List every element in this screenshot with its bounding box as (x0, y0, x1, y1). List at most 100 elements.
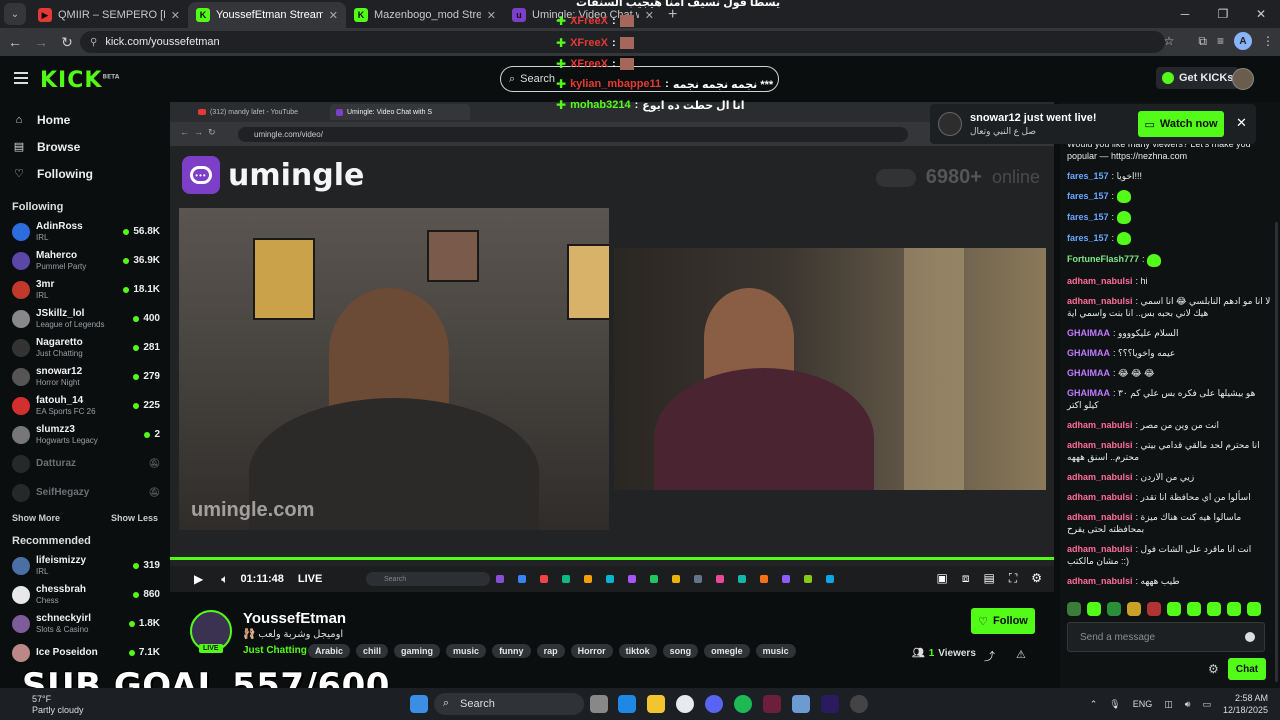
kick-logo[interactable]: KICKBETA (40, 68, 119, 93)
back-button[interactable]: ← (2, 34, 28, 50)
tray-chevron-icon[interactable]: ⌃ (1090, 699, 1098, 710)
chat-message-input[interactable]: Send a message (1067, 622, 1265, 652)
volume-icon[interactable]: 🔈︎ (221, 572, 228, 587)
quick-emote[interactable] (1067, 602, 1081, 616)
browser-menu-icon[interactable]: ⋮ (1262, 34, 1274, 48)
chat-username[interactable]: adham_nabulsi (1067, 472, 1133, 482)
sidebar-nav-browse[interactable]: ▤ Browse (0, 133, 170, 160)
site-info-icon[interactable]: ⚲ (90, 37, 97, 48)
quick-emote[interactable] (1087, 602, 1101, 616)
tab-close-icon[interactable]: ✕ (645, 9, 654, 22)
sidebar-channel[interactable]: Ice Poseidon 7.1K (0, 638, 170, 667)
quick-emote[interactable] (1147, 602, 1161, 616)
chat-username[interactable]: GHAIMAA (1067, 348, 1110, 358)
file-explorer-icon[interactable] (647, 695, 665, 713)
close-notification-icon[interactable]: ✕ (1236, 115, 1247, 131)
browser-tab[interactable]: ▶ QMIIR – SEMPERO [BRAZILIAN ✕ (30, 2, 188, 28)
sidebar-channel[interactable]: schneckyirl Slots & Casino 1.8K (0, 609, 170, 638)
chat-username[interactable]: adham_nabulsi (1067, 276, 1133, 286)
show-more-button[interactable]: Show More (12, 513, 60, 523)
sidebar-channel[interactable]: lifeismizzy IRL 319 (0, 551, 170, 580)
media-control-icon[interactable]: ≡ (1217, 34, 1224, 48)
menu-icon[interactable] (14, 72, 28, 84)
channel-name[interactable]: YoussefEtman (243, 610, 346, 627)
settings-gear-icon[interactable]: ⚙ (1031, 571, 1042, 586)
stream-tag[interactable]: music (755, 644, 796, 658)
stream-tag[interactable]: tiktok (618, 644, 657, 658)
battery-icon[interactable]: ▭ (1202, 699, 1211, 710)
sidebar-channel[interactable]: fatouh_14 EA Sports FC 26 225 (0, 391, 170, 420)
chat-username[interactable]: fares_157 (1067, 233, 1109, 243)
tab-close-icon[interactable]: ✕ (171, 9, 180, 22)
chat-username[interactable]: GHAIMAA (1067, 388, 1110, 398)
extensions-icon[interactable]: ⧉ (1198, 34, 1207, 49)
chat-username[interactable]: adham_nabulsi (1067, 512, 1133, 522)
stream-tag[interactable]: gaming (394, 644, 441, 658)
chat-scrollbar[interactable] (1275, 222, 1278, 682)
edge-icon[interactable] (618, 695, 636, 713)
stream-category[interactable]: Just Chatting (243, 645, 307, 656)
chat-username[interactable]: GHAIMAA (1067, 328, 1110, 338)
quick-emote[interactable] (1107, 602, 1121, 616)
stream-tag[interactable]: song (662, 644, 699, 658)
chat-settings-icon[interactable]: ⚙ (1208, 662, 1219, 676)
forward-button[interactable]: → (28, 34, 54, 50)
chat-username[interactable]: adham_nabulsi (1067, 296, 1133, 306)
tab-close-icon[interactable]: ✕ (329, 9, 338, 22)
sidebar-channel[interactable]: chessbrah Chess 860 (0, 580, 170, 609)
stream-tag[interactable]: rap (536, 644, 565, 658)
stream-tag[interactable]: funny (492, 644, 531, 658)
language-indicator[interactable]: ENG (1133, 699, 1153, 709)
chat-username[interactable]: adham_nabulsi (1067, 576, 1133, 586)
sidebar-channel[interactable]: JSkillz_lol League of Legends 400 (0, 304, 170, 333)
user-avatar[interactable] (1232, 68, 1254, 90)
live-label[interactable]: LIVE (298, 573, 322, 585)
stream-tag[interactable]: Arabic (308, 644, 351, 658)
sidebar-channel[interactable]: snowar12 Horror Night 279 (0, 362, 170, 391)
chat-send-button[interactable]: Chat (1228, 658, 1266, 680)
close-window-button[interactable]: ✕ (1242, 0, 1280, 28)
quick-emote[interactable] (1227, 602, 1241, 616)
stream-tag[interactable]: Horror (570, 644, 613, 658)
minimize-button[interactable]: ─ (1166, 0, 1204, 28)
sidebar-channel[interactable]: SeifHegazy 🔕︎ (0, 478, 170, 507)
sidebar-nav-home[interactable]: ⌂ Home (0, 106, 170, 133)
quick-emote[interactable] (1127, 602, 1141, 616)
follow-button[interactable]: ♡ Follow (971, 608, 1035, 634)
theater-mode-icon[interactable]: ▣ (937, 571, 948, 586)
stream-tag[interactable]: music (446, 644, 487, 658)
chat-username[interactable]: GHAIMAA (1067, 368, 1110, 378)
sidebar-nav-following[interactable]: ♡ Following (0, 160, 170, 187)
chat-username[interactable]: adham_nabulsi (1067, 420, 1133, 430)
report-icon[interactable]: ⚠ (1016, 648, 1026, 661)
stream-tag[interactable]: omegle (704, 644, 750, 658)
watch-now-button[interactable]: ▭ Watch now (1138, 111, 1224, 137)
clip-icon[interactable]: ▤ (983, 571, 994, 586)
fullscreen-icon[interactable]: ⛶ (1009, 571, 1017, 586)
chat-username[interactable]: adham_nabulsi (1067, 544, 1133, 554)
reload-button[interactable]: ↻ (54, 34, 80, 51)
quick-emote[interactable] (1167, 602, 1181, 616)
network-icon[interactable]: ◫ (1164, 699, 1173, 710)
microphone-icon[interactable]: 🎙︎ (1109, 699, 1120, 710)
volume-tray-icon[interactable]: 🔊︎ (1185, 699, 1191, 710)
quick-emote[interactable] (1247, 602, 1261, 616)
task-view-icon[interactable] (590, 695, 608, 713)
chat-username[interactable]: fares_157 (1067, 171, 1109, 181)
quick-emote[interactable] (1207, 602, 1221, 616)
chat-username[interactable]: adham_nabulsi (1067, 492, 1133, 502)
get-kicks-button[interactable]: Get KICKs (1156, 67, 1240, 89)
premiere-icon[interactable] (821, 695, 839, 713)
emoji-picker-icon[interactable] (1245, 632, 1255, 642)
weather-widget[interactable]: 57°F Partly cloudy (32, 694, 84, 716)
sidebar-channel[interactable]: 3mr IRL 18.1K (0, 275, 170, 304)
miniplayer-icon[interactable]: ⧈ (962, 571, 970, 586)
browser-tab[interactable]: K Mazenbogo_mod Stream - Wa ✕ (346, 2, 504, 28)
chat-username[interactable]: FortuneFlash777 (1067, 254, 1139, 264)
show-less-button[interactable]: Show Less (111, 513, 158, 523)
chrome-icon[interactable] (676, 695, 694, 713)
sidebar-channel[interactable]: slumzz3 Hogwarts Legacy 2 (0, 420, 170, 449)
stream-tag[interactable]: chill (356, 644, 389, 658)
spotify-icon[interactable] (734, 695, 752, 713)
tab-search-button[interactable]: ⌄ (4, 3, 26, 25)
